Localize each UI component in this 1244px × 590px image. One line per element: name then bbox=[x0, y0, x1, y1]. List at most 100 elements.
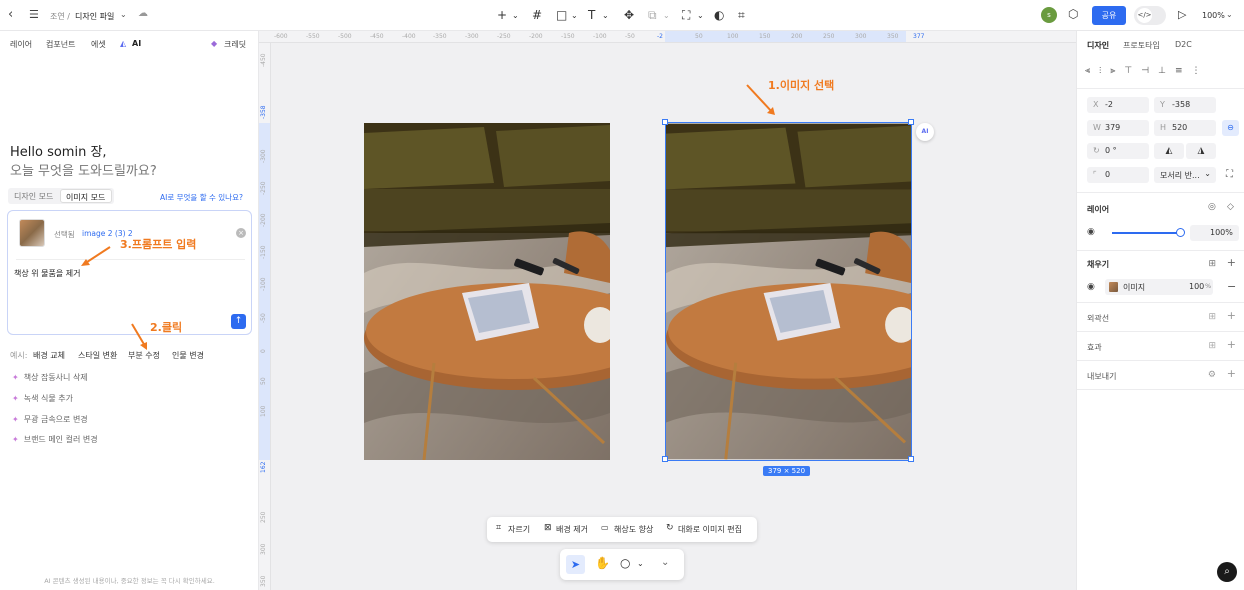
x-field[interactable]: X -2 bbox=[1087, 97, 1149, 113]
selection-box[interactable] bbox=[665, 122, 912, 461]
tab-prototype[interactable]: 프로토타입 bbox=[1123, 40, 1160, 51]
chevron-down-icon[interactable]: ⌄ bbox=[637, 559, 644, 568]
stroke-styles-icon[interactable]: ⊞ bbox=[1208, 312, 1216, 322]
suggestion-item[interactable]: ✦ 무광 금속으로 변경 bbox=[12, 414, 88, 425]
eye-icon[interactable]: ◉ bbox=[1087, 227, 1095, 237]
resize-handle[interactable] bbox=[662, 456, 668, 462]
fill-styles-icon[interactable]: ⊞ bbox=[1208, 259, 1216, 269]
remove-bg-button[interactable]: 배경 제거 bbox=[556, 524, 588, 535]
chevron-down-icon[interactable]: ⌄ bbox=[120, 10, 127, 19]
select-tool-button[interactable]: ➤ bbox=[566, 555, 585, 574]
tab-layers[interactable]: 레이어 bbox=[10, 39, 32, 50]
opacity-slider-thumb[interactable] bbox=[1176, 228, 1185, 237]
search-button[interactable]: ⌕ bbox=[1217, 562, 1237, 582]
file-name[interactable]: 디자인 파일 bbox=[75, 11, 114, 22]
frame-icon[interactable]: # bbox=[532, 8, 542, 22]
visibility-drop-icon[interactable]: ◇ bbox=[1227, 202, 1234, 212]
prompt-input[interactable]: 책상 위 물품을 제거 bbox=[14, 268, 81, 279]
boolean-icon[interactable]: ⧉ bbox=[648, 8, 657, 23]
export-settings-icon[interactable]: ⚙ bbox=[1208, 370, 1216, 380]
add-fill-icon[interactable]: + bbox=[1227, 256, 1236, 269]
corner-mode-select[interactable]: 모서리 반... ⌄ bbox=[1154, 167, 1216, 183]
flip-horizontal-button[interactable]: ◭ bbox=[1154, 143, 1184, 159]
tab-d2c[interactable]: D2C bbox=[1175, 40, 1192, 49]
menu-icon[interactable]: ☰ bbox=[29, 8, 39, 21]
tab-components[interactable]: 컴포넌트 bbox=[46, 39, 75, 50]
comment-icon[interactable]: ○ bbox=[620, 556, 630, 570]
suggestion-item[interactable]: ✦ 브랜드 메인 컬러 변경 bbox=[12, 434, 98, 445]
example-chip-bg[interactable]: 배경 교체 bbox=[33, 350, 65, 361]
zoom-level[interactable]: 100% bbox=[1202, 11, 1225, 20]
effect-styles-icon[interactable]: ⊞ bbox=[1208, 341, 1216, 351]
mode-image-tab[interactable]: 이미지 모드 bbox=[60, 189, 112, 203]
suggestion-item[interactable]: ✦ 책상 잡동사니 삭제 bbox=[12, 372, 88, 383]
blend-mode-icon[interactable]: ◎ bbox=[1208, 202, 1216, 212]
resize-handle[interactable] bbox=[662, 119, 668, 125]
chevron-down-icon[interactable]: ⌄ bbox=[1226, 10, 1233, 19]
ai-edit-badge[interactable]: AI bbox=[916, 123, 934, 141]
text-tool-icon[interactable]: T bbox=[588, 8, 595, 22]
resize-handle[interactable] bbox=[908, 119, 914, 125]
eye-icon[interactable]: ◉ bbox=[1087, 282, 1095, 292]
opacity-slider[interactable] bbox=[1112, 232, 1180, 234]
align-top-icon[interactable]: ⊤ bbox=[1124, 66, 1141, 76]
crop-button[interactable]: 자르기 bbox=[508, 524, 530, 535]
suggestion-item[interactable]: ✦ 녹색 식물 추가 bbox=[12, 393, 73, 404]
chat-edit-button[interactable]: 대화로 이미지 편집 bbox=[678, 524, 742, 535]
add-export-icon[interactable]: + bbox=[1227, 367, 1236, 380]
share-button[interactable]: 공유 bbox=[1092, 6, 1126, 25]
remove-fill-icon[interactable]: − bbox=[1227, 280, 1236, 293]
expand-icon[interactable]: ⌄ bbox=[661, 557, 669, 568]
flip-vertical-button[interactable]: ◮ bbox=[1186, 143, 1216, 159]
hand-tool-icon[interactable]: ✋ bbox=[595, 556, 610, 570]
clear-selection-icon[interactable]: × bbox=[236, 228, 246, 238]
width-field[interactable]: W 379 bbox=[1087, 120, 1149, 136]
opacity-field[interactable]: 100% bbox=[1190, 225, 1239, 241]
example-chip-style[interactable]: 스타일 변환 bbox=[78, 350, 117, 361]
breadcrumb-parent[interactable]: 조연 / bbox=[50, 11, 70, 22]
align-middle-icon[interactable]: ⊣ bbox=[1141, 66, 1158, 76]
height-field[interactable]: H 520 bbox=[1154, 120, 1216, 136]
corner-radius-field[interactable]: ⌜ 0 bbox=[1087, 167, 1149, 183]
transform-icon[interactable]: ⛶ bbox=[682, 8, 690, 23]
mask-icon[interactable]: ◐ bbox=[714, 8, 724, 22]
image-original[interactable] bbox=[364, 123, 610, 460]
constrain-proportions-button[interactable]: ⊖ bbox=[1222, 120, 1239, 136]
rotation-field[interactable]: ↻ 0 ° bbox=[1087, 143, 1149, 159]
upscale-button[interactable]: 해상도 향상 bbox=[614, 524, 653, 535]
chevron-down-icon[interactable]: ⌄ bbox=[571, 11, 578, 20]
tab-ai[interactable]: AI bbox=[132, 39, 141, 48]
tab-assets[interactable]: 에셋 bbox=[91, 39, 106, 50]
crop-icon[interactable]: ⌗ bbox=[738, 8, 745, 23]
add-stroke-icon[interactable]: + bbox=[1227, 309, 1236, 322]
chevron-down-icon[interactable]: ⌄ bbox=[602, 11, 609, 20]
distribute-v-icon[interactable]: ⋮ bbox=[1192, 66, 1210, 76]
dev-mode-toggle[interactable]: </> bbox=[1134, 6, 1166, 25]
rectangle-icon[interactable]: □ bbox=[556, 8, 567, 22]
independent-corners-icon[interactable]: ⛶ bbox=[1226, 169, 1233, 180]
canvas[interactable]: AI 379 × 520 1.이미지 선택 ⌗ 자르기 ⊠ 배경 제거 ▭ 해상… bbox=[271, 43, 1076, 590]
help-link[interactable]: AI로 무엇을 할 수 있나요? bbox=[160, 192, 243, 203]
chevron-down-icon[interactable]: ⌄ bbox=[663, 11, 670, 20]
back-icon[interactable]: ‹ bbox=[8, 7, 13, 22]
align-left-icon[interactable]: ⫷ bbox=[1085, 66, 1099, 76]
add-effect-icon[interactable]: + bbox=[1227, 338, 1236, 351]
plugin-icon[interactable]: ⬡ bbox=[1068, 7, 1078, 21]
align-right-icon[interactable]: ⫸ bbox=[1110, 66, 1124, 76]
play-icon[interactable]: ▷ bbox=[1178, 8, 1186, 21]
component-icon[interactable]: ✥ bbox=[624, 8, 634, 22]
align-center-icon[interactable]: ⫶ bbox=[1099, 66, 1110, 76]
add-icon[interactable]: + bbox=[497, 8, 507, 22]
chevron-down-icon[interactable]: ⌄ bbox=[697, 11, 704, 20]
align-bottom-icon[interactable]: ⊥ bbox=[1158, 66, 1175, 76]
tab-design[interactable]: 디자인 bbox=[1087, 40, 1109, 51]
avatar[interactable]: s bbox=[1041, 7, 1057, 23]
mode-design-tab[interactable]: 디자인 모드 bbox=[14, 191, 53, 202]
chevron-down-icon[interactable]: ⌄ bbox=[512, 11, 519, 20]
credit-label[interactable]: 크레딧 bbox=[224, 39, 246, 50]
distribute-icon[interactable]: ≡ bbox=[1175, 66, 1192, 76]
resize-handle[interactable] bbox=[908, 456, 914, 462]
y-field[interactable]: Y -358 bbox=[1154, 97, 1216, 113]
send-button[interactable]: ↑ bbox=[231, 314, 246, 329]
fill-row[interactable]: 이미지 100 % bbox=[1105, 279, 1213, 295]
